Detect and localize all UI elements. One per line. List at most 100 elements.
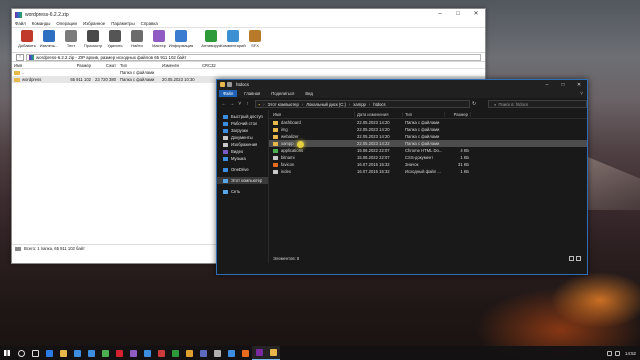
taskbar-app[interactable] [56, 346, 70, 360]
expand-ribbon-icon[interactable]: ˅ [580, 91, 583, 97]
taskbar-app[interactable] [154, 346, 168, 360]
minimize-button[interactable]: – [431, 9, 449, 20]
taskbar-app[interactable] [182, 346, 196, 360]
menu-item[interactable]: Избранное [83, 21, 105, 26]
sidebar-item[interactable]: Музыка [217, 155, 268, 162]
taskbar-app[interactable] [140, 346, 154, 360]
column-header[interactable]: Размер [445, 112, 471, 117]
minimize-button[interactable]: – [539, 82, 555, 88]
sidebar-item[interactable]: Быстрый доступ [217, 113, 268, 120]
sidebar-item[interactable]: Сеть [217, 188, 268, 195]
sidebar-item[interactable]: Этот компьютер [217, 177, 268, 184]
column-header[interactable]: Размер [60, 63, 93, 68]
menu-item[interactable]: Параметры [111, 21, 134, 26]
file-row[interactable]: favicon 16.07.2015 15:32 Значок 31 КБ [269, 161, 587, 168]
breadcrumb-item[interactable]: Этот компьютер [268, 102, 299, 107]
toolbar-button[interactable]: Извлечь... [39, 30, 59, 48]
up-arrow-icon[interactable]: ↑ [244, 101, 252, 107]
toolbar-button[interactable]: Антивирус [201, 30, 221, 48]
ribbon-tab[interactable]: Вид [301, 90, 317, 97]
clock[interactable]: 14:52 [625, 351, 636, 356]
breadcrumb-item[interactable]: htdocs [373, 102, 385, 107]
column-header[interactable]: Дата изменения [355, 112, 403, 117]
taskbar-app[interactable] [210, 346, 224, 360]
taskbar-app[interactable] [42, 346, 56, 360]
column-header[interactable]: Имя [269, 112, 355, 117]
ribbon-tab[interactable]: Файл [219, 90, 238, 97]
taskbar-app[interactable] [98, 346, 112, 360]
explorer-titlebar[interactable]: htdocs – □ ✕ [217, 80, 587, 89]
winrar-titlebar[interactable]: wordpress-6.2.2.zip – □ ✕ [12, 9, 485, 20]
tiles-view-icon[interactable] [576, 256, 581, 261]
column-header[interactable]: Изменён [160, 63, 200, 68]
file-row[interactable]: dashboard 22.05.2023 14:20 Папка с файлами [269, 119, 587, 126]
taskbar-app[interactable] [168, 346, 182, 360]
taskbar-app[interactable] [14, 346, 28, 360]
maximize-button[interactable]: □ [555, 82, 571, 88]
list-item[interactable]: .. Папка с файлами [12, 69, 485, 76]
toolbar-button[interactable]: Удалить [105, 30, 125, 48]
back-arrow-icon[interactable]: ← [220, 101, 228, 107]
sidebar-item[interactable]: Загрузки [217, 127, 268, 134]
toolbar-button[interactable]: Просмотр [83, 30, 103, 48]
address-bar[interactable]: ▪ › Этот компьютер › Локальный диск (C:) › xam… [254, 100, 471, 108]
sidebar-item[interactable]: Документы [217, 134, 268, 141]
sidebar-item[interactable]: Изображения [217, 141, 268, 148]
taskbar-app[interactable] [84, 346, 98, 360]
quick-access-toolbar-icon[interactable] [227, 82, 232, 87]
up-folder-icon[interactable]: ↑ [16, 53, 24, 61]
volume-tray-icon[interactable] [615, 350, 620, 356]
taskbar-app[interactable] [28, 346, 42, 360]
file-row[interactable]: index 16.07.2015 15:32 Исходный файл ... 1 … [269, 168, 587, 175]
file-row[interactable]: applications 15.06.2022 22:07 Chrome HTML … [269, 147, 587, 154]
column-header[interactable]: Тип [118, 63, 160, 68]
column-header[interactable]: Сжат [93, 63, 118, 68]
maximize-button[interactable]: □ [449, 9, 467, 20]
taskbar-app[interactable] [224, 346, 238, 360]
toolbar-button[interactable]: Тест [61, 30, 81, 48]
column-header[interactable]: Тип [403, 112, 445, 117]
close-button[interactable]: ✕ [571, 82, 587, 88]
breadcrumb-item[interactable]: xampp [353, 102, 366, 107]
menu-item[interactable]: Справка [141, 21, 158, 26]
toolbar-button[interactable]: Мастер [149, 30, 169, 48]
toolbar-button[interactable]: Найти [127, 30, 147, 48]
recent-chevron-icon[interactable]: ˅ [236, 101, 244, 107]
breadcrumb-separator-icon: › [348, 101, 351, 107]
toolbar-button[interactable]: Добавить [17, 30, 37, 48]
taskbar-app[interactable] [126, 346, 140, 360]
taskbar-app[interactable] [70, 346, 84, 360]
toolbar-button[interactable]: Комментарий [220, 30, 246, 48]
start-button[interactable] [0, 346, 14, 360]
close-button[interactable]: ✕ [467, 9, 485, 20]
forward-arrow-icon[interactable]: → [228, 101, 236, 107]
ribbon-tab[interactable]: Поделиться [267, 90, 298, 97]
file-row[interactable]: bitnami 15.06.2022 22:07 CSS-документ 1 КБ [269, 154, 587, 161]
ribbon-tab[interactable]: Главная [240, 90, 264, 97]
taskbar-app[interactable] [196, 346, 210, 360]
sidebar-item[interactable]: Видео [217, 148, 268, 155]
column-header[interactable]: CRC32 [200, 63, 230, 68]
view-icon [87, 30, 99, 42]
taskbar-app[interactable] [252, 346, 266, 360]
refresh-icon[interactable]: ↻ [470, 101, 478, 107]
taskbar-app[interactable] [112, 346, 126, 360]
column-header[interactable]: Имя [12, 63, 60, 68]
file-row[interactable]: webalizer 22.05.2023 14:20 Папка с файлами [269, 133, 587, 140]
details-view-icon[interactable] [569, 256, 574, 261]
sidebar-item[interactable]: Рабочий стол [217, 120, 268, 127]
file-row[interactable]: img 22.05.2023 14:20 Папка с файлами [269, 126, 587, 133]
menu-item[interactable]: Файл [15, 21, 26, 26]
sidebar-item[interactable]: OneDrive [217, 166, 268, 173]
breadcrumb-item[interactable]: Локальный диск (C:) [306, 102, 346, 107]
menu-item[interactable]: Операции [56, 21, 77, 26]
toolbar-button[interactable]: SFX [245, 30, 265, 48]
archive-path-field[interactable]: wordpress-6.2.2.zip - ZIP архив, размер … [26, 53, 481, 61]
menu-item[interactable]: Команды [32, 21, 51, 26]
toolbar-button[interactable]: Информация [169, 30, 193, 48]
network-tray-icon[interactable] [607, 350, 612, 356]
file-row[interactable]: xampp 22.05.2023 14:22 Папка с файлами [269, 140, 587, 147]
taskbar-app[interactable] [266, 346, 280, 360]
search-input[interactable]: ⌕ Поиск в: htdocs [488, 100, 587, 108]
taskbar-app[interactable] [238, 346, 252, 360]
